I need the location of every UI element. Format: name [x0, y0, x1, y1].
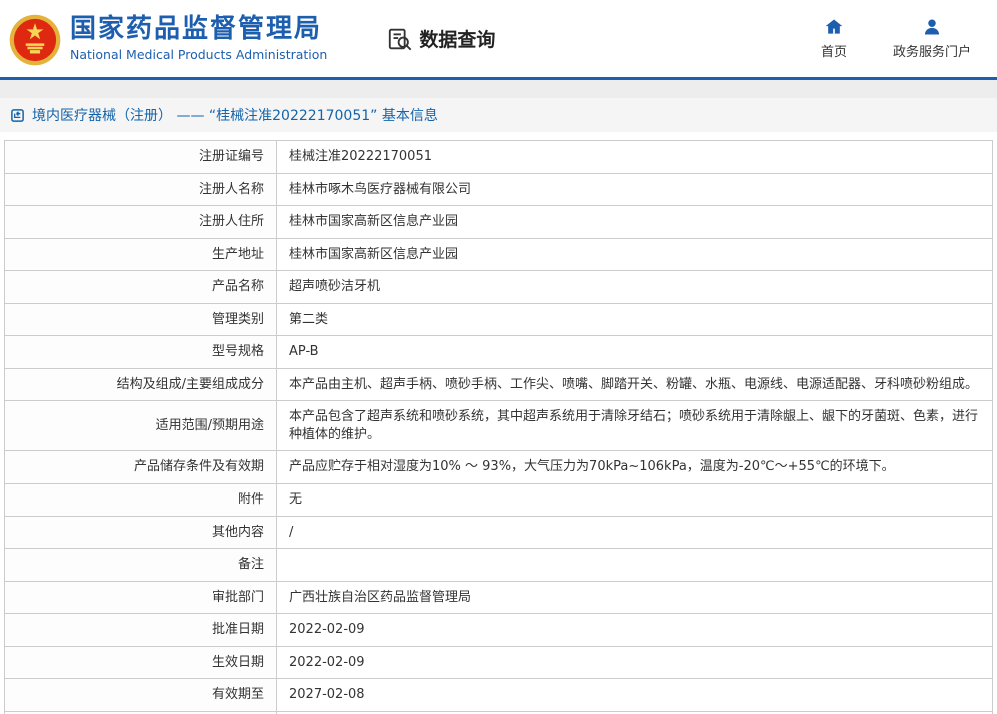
table-row: 适用范围/预期用途 本产品包含了超声系统和喷砂系统，其中超声系统用于清除牙结石；… — [4, 400, 993, 452]
site-header: 国家药品监督管理局 National Medical Products Admi… — [0, 0, 997, 80]
table-row: 附件 无 — [4, 483, 993, 517]
row-label: 结构及组成/主要组成成分 — [4, 367, 277, 402]
agency-name-en: National Medical Products Administration — [70, 46, 328, 62]
row-label: 管理类别 — [4, 302, 277, 337]
table-row: 产品名称 超声喷砂洁牙机 — [4, 270, 993, 304]
row-value: 第二类 — [276, 302, 993, 337]
table-row: 注册人住所 桂林市国家高新区信息产业园 — [4, 205, 993, 239]
row-label: 批准日期 — [4, 613, 277, 647]
national-emblem-logo — [8, 13, 62, 67]
row-value: 产品应贮存于相对湿度为10% ～ 93%，大气压力为70kPa~106kPa，温… — [276, 450, 993, 485]
table-row: 生产地址 桂林市国家高新区信息产业园 — [4, 237, 993, 272]
table-row: 审批部门 广西壮族自治区药品监督管理局 — [4, 580, 993, 615]
row-label: 其他内容 — [4, 515, 277, 550]
nav-home-label: 首页 — [820, 45, 847, 60]
row-label: 附件 — [4, 483, 277, 517]
row-label: 产品名称 — [4, 270, 277, 304]
info-table: 注册证编号 桂械注准20222170051 注册人名称 桂林市啄木鸟医疗器械有限… — [4, 140, 993, 714]
row-label: 注册证编号 — [4, 140, 277, 174]
row-value: 广西壮族自治区药品监督管理局 — [276, 580, 993, 615]
info-table-container: 注册证编号 桂械注准20222170051 注册人名称 桂林市啄木鸟医疗器械有限… — [0, 132, 997, 714]
table-row: 其他内容 / — [4, 515, 993, 550]
row-value — [276, 548, 993, 582]
row-value: 桂械注准20222170051 — [276, 140, 993, 174]
row-label: 审批部门 — [4, 580, 277, 615]
nav-home[interactable]: 首页 — [821, 17, 847, 60]
row-label: 有效期至 — [4, 678, 277, 712]
agency-title: 国家药品监督管理局 National Medical Products Admi… — [70, 14, 328, 62]
row-value: 桂林市国家高新区信息产业园 — [276, 205, 993, 239]
row-label: 注册人名称 — [4, 172, 277, 207]
row-label: 适用范围/预期用途 — [4, 400, 277, 452]
table-row: 批准日期 2022-02-09 — [4, 613, 993, 647]
breadcrumb: 境内医疗器械（注册） —— “桂械注准20222170051” 基本信息 — [0, 98, 997, 132]
data-query-nav[interactable]: 数据查询 — [387, 25, 495, 52]
home-icon — [824, 17, 844, 37]
table-row: 生效日期 2022-02-09 — [4, 645, 993, 680]
user-icon — [922, 17, 942, 37]
row-label: 生产地址 — [4, 237, 277, 272]
breadcrumb-text: 境内医疗器械（注册） —— “桂械注准20222170051” 基本信息 — [32, 108, 438, 124]
row-label: 注册人住所 — [4, 205, 277, 239]
nav-portal[interactable]: 政务服务门户 — [893, 17, 971, 60]
row-value: 本产品由主机、超声手柄、喷砂手柄、工作尖、喷嘴、脚踏开关、粉罐、水瓶、电源线、电… — [276, 367, 993, 402]
table-row: 备注 — [4, 548, 993, 582]
table-row: 结构及组成/主要组成成分 本产品由主机、超声手柄、喷砂手柄、工作尖、喷嘴、脚踏开… — [4, 367, 993, 402]
row-label: 产品储存条件及有效期 — [4, 450, 277, 485]
data-query-icon — [387, 26, 413, 52]
table-row: 产品储存条件及有效期 产品应贮存于相对湿度为10% ～ 93%，大气压力为70k… — [4, 450, 993, 485]
row-label: 型号规格 — [4, 335, 277, 369]
row-value: 本产品包含了超声系统和喷砂系统，其中超声系统用于清除牙结石；喷砂系统用于清除龈上… — [276, 400, 993, 452]
row-value: AP-B — [276, 335, 993, 369]
return-icon — [10, 108, 25, 123]
header-sub-band — [0, 80, 997, 98]
table-row: 注册证编号 桂械注准20222170051 — [4, 140, 993, 174]
data-query-label: 数据查询 — [419, 29, 496, 51]
row-value: / — [276, 515, 993, 550]
nav-portal-label: 政务服务门户 — [892, 45, 971, 60]
row-value: 2022-02-09 — [276, 613, 993, 647]
row-label: 生效日期 — [4, 645, 277, 680]
row-value: 2027-02-08 — [276, 678, 993, 712]
row-value: 桂林市啄木鸟医疗器械有限公司 — [276, 172, 993, 207]
row-value: 无 — [276, 483, 993, 517]
table-row: 型号规格 AP-B — [4, 335, 993, 369]
table-row: 有效期至 2027-02-08 — [4, 678, 993, 712]
table-row: 管理类别 第二类 — [4, 302, 993, 337]
agency-name-cn: 国家药品监督管理局 — [70, 14, 323, 45]
row-value: 超声喷砂洁牙机 — [276, 270, 993, 304]
row-label: 备注 — [4, 548, 277, 582]
table-row: 注册人名称 桂林市啄木鸟医疗器械有限公司 — [4, 172, 993, 207]
row-value: 2022-02-09 — [276, 645, 993, 680]
row-value: 桂林市国家高新区信息产业园 — [276, 237, 993, 272]
